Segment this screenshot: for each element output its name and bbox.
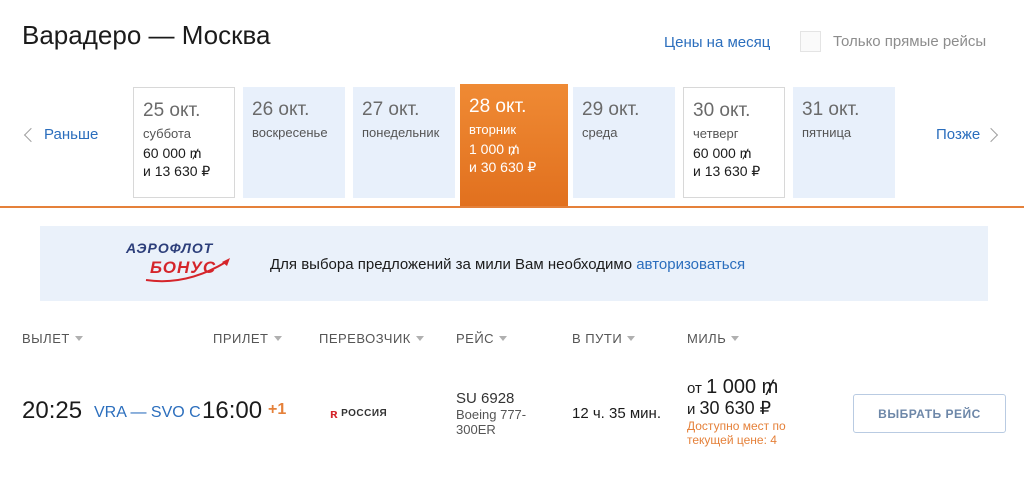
date-rub: и 13 630 ₽	[693, 163, 761, 179]
date-weekday: понедельник	[362, 125, 440, 140]
departure-time: 20:25	[22, 397, 83, 424]
next-day-badge: +1	[268, 401, 287, 418]
login-link[interactable]: авторизоваться	[636, 256, 745, 273]
date-miles: 60 000 ₥	[693, 145, 752, 161]
miles-value: 1 000 ₥	[706, 376, 779, 398]
column-departure-label: ВЫЛЕТ	[22, 331, 70, 346]
miles-price: от 1 000 ₥	[687, 376, 778, 399]
arrival-time: 16:00	[202, 397, 263, 424]
miles-banner: АЭРОФЛОТ БОНУС Для выбора предложений за…	[40, 226, 988, 301]
date-card-28-selected[interactable]: 28 окт. вторник 1 000 ₥ и 30 630 ₽	[460, 84, 568, 208]
later-button[interactable]: Позже	[936, 126, 999, 143]
earlier-button[interactable]: Раньше	[23, 126, 99, 143]
aeroflot-bonus-logo: АЭРОФЛОТ БОНУС	[126, 240, 236, 286]
rub-value: 30 630 ₽	[699, 398, 772, 418]
date-rub: и 30 630 ₽	[469, 159, 537, 175]
date-card-25[interactable]: 25 окт. суббота 60 000 ₥ и 13 630 ₽	[133, 87, 235, 198]
column-miles-label: МИЛЬ	[687, 331, 727, 346]
direct-only-checkbox[interactable]	[800, 31, 821, 52]
date-day: 27 окт.	[362, 99, 420, 120]
page-title: Варадеро — Москва	[22, 20, 271, 50]
sort-icon	[731, 336, 740, 341]
sort-icon	[415, 336, 424, 341]
column-duration-label: В ПУТИ	[572, 331, 623, 346]
sort-icon	[74, 336, 83, 341]
rossiya-mark-icon: ʀ	[330, 406, 339, 421]
banner-text: Для выбора предложений за мили Вам необх…	[270, 256, 637, 273]
column-flight[interactable]: РЕЙС	[456, 331, 508, 346]
date-day: 31 окт.	[802, 99, 860, 120]
sort-icon	[273, 336, 282, 341]
flight-number: SU 6928	[456, 390, 515, 407]
date-day: 29 окт.	[582, 99, 640, 120]
date-day: 28 окт.	[469, 96, 527, 117]
direct-only-filter[interactable]: Только прямые рейсы	[800, 31, 986, 52]
date-divider	[0, 206, 1024, 208]
date-card-30[interactable]: 30 окт. четверг 60 000 ₥ и 13 630 ₽	[683, 87, 785, 198]
sort-icon	[627, 336, 636, 341]
month-prices-link[interactable]: Цены на месяц	[664, 34, 770, 51]
later-label: Позже	[936, 126, 981, 143]
column-duration[interactable]: В ПУТИ	[572, 331, 636, 346]
date-miles: 1 000 ₥	[469, 141, 520, 157]
select-flight-button[interactable]: ВЫБРАТЬ РЕЙС	[853, 394, 1006, 433]
date-card-29[interactable]: 29 окт. среда	[573, 87, 675, 198]
date-weekday: вторник	[469, 122, 517, 137]
date-card-26[interactable]: 26 окт. воскресенье	[243, 87, 345, 198]
date-day: 26 окт.	[252, 99, 310, 120]
column-arrival-label: ПРИЛЕТ	[213, 331, 269, 346]
direct-only-label: Только прямые рейсы	[833, 33, 987, 50]
column-arrival[interactable]: ПРИЛЕТ	[213, 331, 282, 346]
earlier-label: Раньше	[44, 126, 99, 143]
date-day: 30 окт.	[693, 100, 751, 121]
column-flight-label: РЕЙС	[456, 331, 495, 346]
date-miles: 60 000 ₥	[143, 145, 202, 161]
banner-message: Для выбора предложений за мили Вам необх…	[270, 256, 745, 273]
sort-icon	[499, 336, 508, 341]
carrier-name: РОССИЯ	[341, 408, 388, 419]
carrier-logo: ʀ РОССИЯ	[330, 406, 387, 421]
aircraft-type: Boeing 777-300ER	[456, 407, 527, 437]
rub-price: и 30 630 ₽	[687, 398, 771, 419]
date-card-27[interactable]: 27 окт. понедельник	[353, 87, 455, 198]
date-card-31[interactable]: 31 окт. пятница	[793, 87, 895, 198]
column-departure[interactable]: ВЫЛЕТ	[22, 331, 83, 346]
chevron-left-icon	[23, 127, 39, 142]
flight-duration: 12 ч. 35 мин.	[572, 405, 661, 422]
seats-note: Доступно мест по текущей цене: 4	[687, 419, 786, 447]
chevron-right-icon	[984, 127, 999, 142]
column-miles[interactable]: МИЛЬ	[687, 331, 740, 346]
column-carrier[interactable]: ПЕРЕВОЗЧИК	[319, 331, 424, 346]
logo-swoosh-icon	[145, 258, 230, 283]
date-weekday: суббота	[143, 126, 192, 141]
route-link[interactable]: VRA — SVO C	[94, 404, 201, 422]
date-weekday: воскресенье	[252, 125, 328, 140]
rub-prefix: и	[687, 401, 700, 418]
column-carrier-label: ПЕРЕВОЗЧИК	[319, 331, 411, 346]
date-weekday: пятница	[802, 125, 852, 140]
miles-prefix: от	[687, 380, 707, 397]
date-weekday: четверг	[693, 126, 739, 141]
date-rub: и 13 630 ₽	[143, 163, 211, 179]
date-day: 25 окт.	[143, 100, 201, 121]
date-weekday: среда	[582, 125, 618, 140]
